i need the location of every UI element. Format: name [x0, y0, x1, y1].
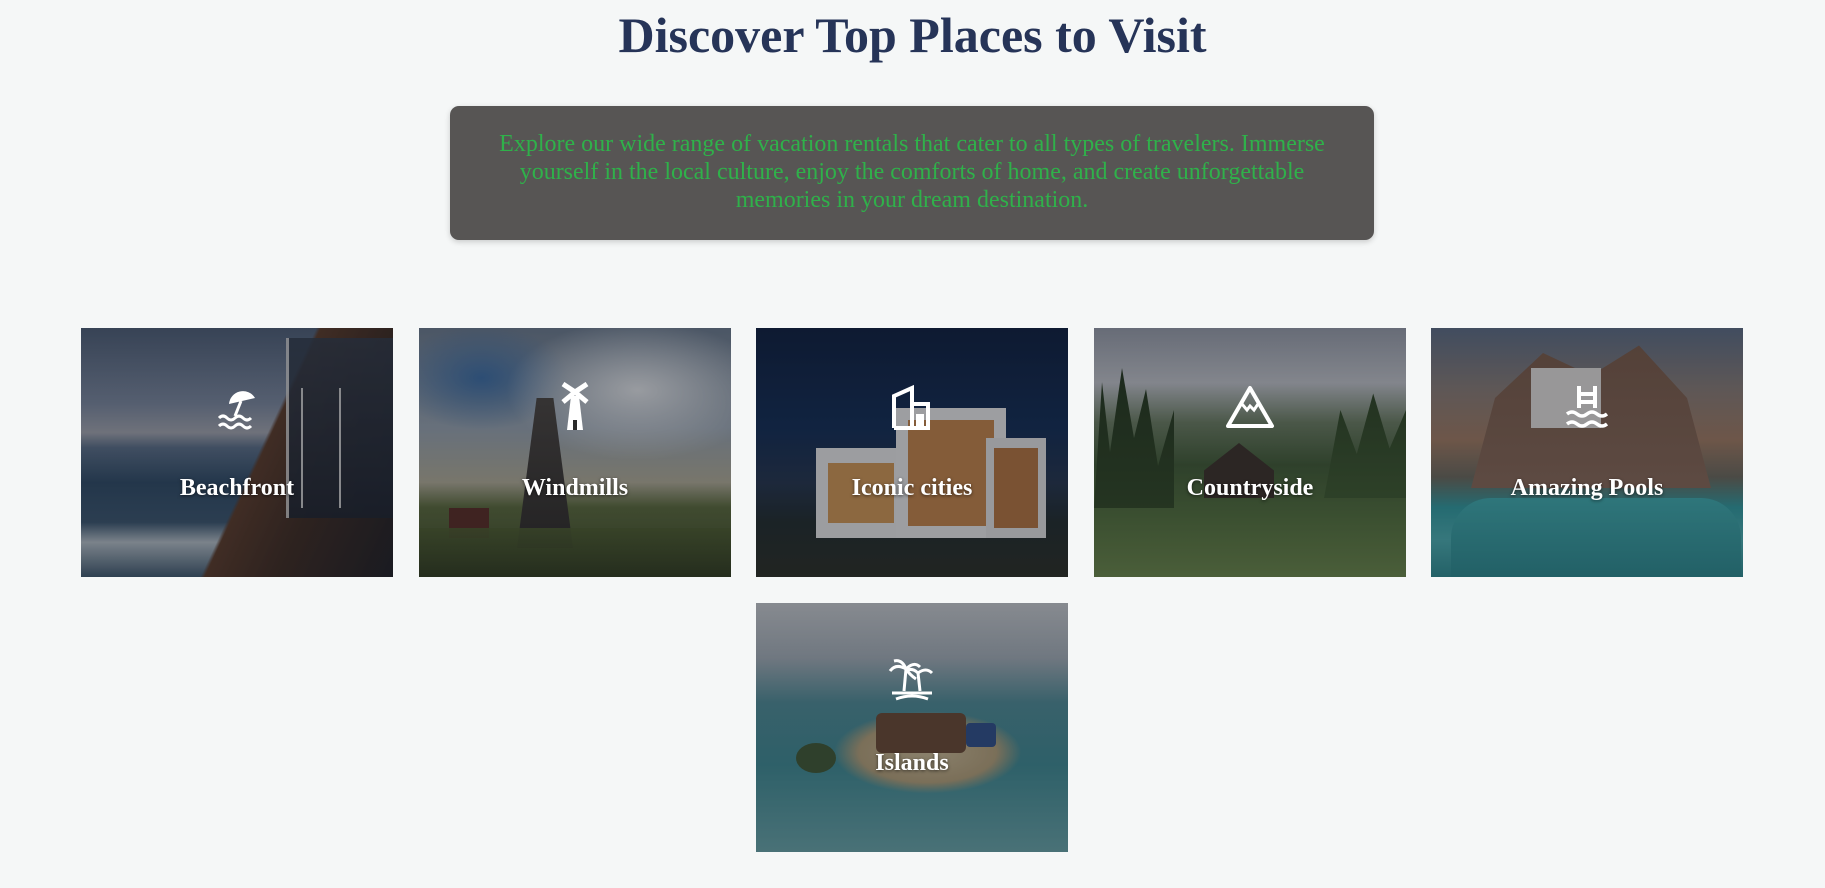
- building-icon: [892, 384, 930, 430]
- category-card-windmills[interactable]: Windmills: [419, 328, 731, 577]
- category-label: Windmills: [521, 475, 629, 501]
- category-card-iconic-cities[interactable]: Iconic cities: [756, 328, 1068, 577]
- intro-text: Explore our wide range of vacation renta…: [499, 131, 1325, 213]
- pool-icon: [1565, 386, 1609, 428]
- category-label: Amazing Pools: [1510, 475, 1664, 501]
- intro-panel: Explore our wide range of vacation renta…: [450, 106, 1374, 240]
- island-palm-icon: [888, 659, 934, 701]
- beach-umbrella-icon: [217, 391, 255, 430]
- category-label: Countryside: [1186, 475, 1314, 501]
- page-title: Discover Top Places to Visit: [618, 7, 1207, 63]
- category-label: Islands: [875, 750, 949, 776]
- category-card-countryside[interactable]: Countryside: [1094, 328, 1406, 577]
- category-card-amazing-pools[interactable]: Amazing Pools: [1431, 328, 1743, 577]
- category-card-islands[interactable]: Islands: [756, 603, 1068, 852]
- mountain-icon: [1226, 386, 1274, 428]
- category-label: Beachfront: [179, 475, 295, 501]
- category-card-beachfront[interactable]: Beachfront: [81, 328, 393, 577]
- windmill-icon: [561, 382, 589, 430]
- category-label: Iconic cities: [851, 475, 973, 501]
